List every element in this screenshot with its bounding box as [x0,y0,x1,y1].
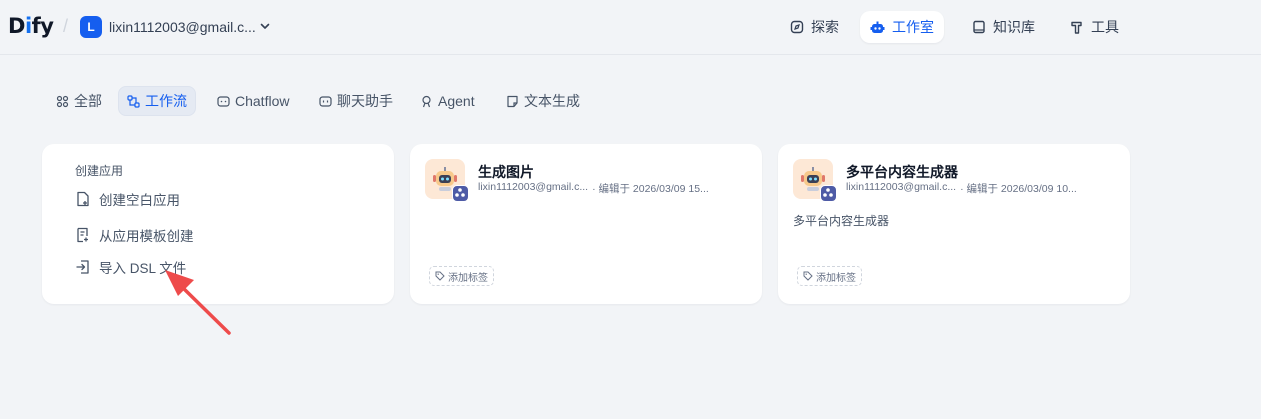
tab-chatflow-label: Chatflow [235,93,290,109]
tag-icon [803,271,813,281]
app-edited-time: · 编辑于 2026/03/09 10... [960,183,1077,195]
workspace-avatar[interactable]: L [80,16,102,38]
tab-text-generation-label: 文本生成 [524,93,580,109]
app-card[interactable]: 多平台内容生成器 lixin1112003@gmail.c... · 编辑于 2… [778,144,1130,304]
file-plus-icon [77,191,89,207]
add-tag-label: 添加标签 [448,272,488,284]
breadcrumb-divider: / [63,16,69,36]
document-icon [507,95,518,107]
top-bar: Dify / L lixin1112003@gmail.c... 探索 工作室 … [0,0,1261,55]
app-author: lixin1112003@gmail.c... [846,181,957,193]
nav-tools[interactable]: 工具 [1060,11,1129,43]
app-name: 多平台内容生成器 [846,164,958,180]
chat-bot-icon [319,95,332,107]
nav-tools-label: 工具 [1091,19,1119,35]
tag-icon [435,271,445,281]
create-blank-app-button[interactable]: 创建空白应用 [75,189,180,209]
create-app-title: 创建应用 [75,164,124,178]
workspace-name[interactable]: lixin1112003@gmail.c... [109,19,256,35]
tab-workflow-label: 工作流 [145,93,187,109]
nav-knowledge[interactable]: 知识库 [962,11,1045,43]
app-name: 生成图片 [478,164,534,180]
agent-icon [422,95,431,107]
import-dsl-label: 导入 DSL 文件 [99,261,187,276]
tab-all[interactable]: 全部 [48,86,110,116]
chat-bubble-icon [217,95,230,107]
tab-text-generation[interactable]: 文本生成 [498,86,588,116]
app-meta: lixin1112003@gmail.c... · 编辑于 2026/03/09… [846,181,1077,196]
tab-chatflow[interactable]: Chatflow [209,86,297,116]
app-meta: lixin1112003@gmail.c... · 编辑于 2026/03/09… [478,181,709,196]
nav-explore[interactable]: 探索 [780,11,849,43]
create-from-template-label: 从应用模板创建 [99,229,194,244]
app-edited-time: · 编辑于 2026/03/09 15... [592,183,709,195]
workflow-badge-icon [452,185,469,202]
nav-explore-label: 探索 [811,19,839,35]
import-icon [76,260,89,274]
add-tag-button[interactable]: 添加标签 [797,266,862,286]
book-icon [973,20,985,34]
nav-studio-label: 工作室 [892,19,934,35]
tab-chat-assistant[interactable]: 聊天助手 [311,86,401,116]
robot-icon [870,21,885,33]
create-blank-app-label: 创建空白应用 [99,193,180,208]
add-tag-button[interactable]: 添加标签 [429,266,494,286]
tab-all-label: 全部 [74,93,102,109]
create-app-card: 创建应用 创建空白应用 从应用模板创建 导入 DSL 文件 [42,144,394,304]
hammer-icon [1071,21,1082,34]
chevron-down-icon[interactable] [259,20,271,32]
nav-knowledge-label: 知识库 [993,19,1035,35]
app-author: lixin1112003@gmail.c... [478,181,589,193]
app-card[interactable]: 生成图片 lixin1112003@gmail.c... · 编辑于 2026/… [410,144,762,304]
nav-studio[interactable]: 工作室 [860,11,944,43]
workflow-badge-icon [820,185,837,202]
tab-workflow[interactable]: 工作流 [118,86,196,116]
app-description: 多平台内容生成器 [793,214,890,228]
tab-agent[interactable]: Agent [412,86,483,116]
tab-agent-label: Agent [438,93,475,109]
template-icon [77,227,88,243]
create-from-template-button[interactable]: 从应用模板创建 [75,225,194,245]
compass-icon [790,20,804,34]
tab-chat-assistant-label: 聊天助手 [337,93,393,109]
add-tag-label: 添加标签 [816,272,856,284]
workflow-icon [127,94,140,108]
import-dsl-button[interactable]: 导入 DSL 文件 [75,257,186,277]
grid-icon [56,95,69,107]
dify-logo[interactable]: Dify [8,14,54,38]
